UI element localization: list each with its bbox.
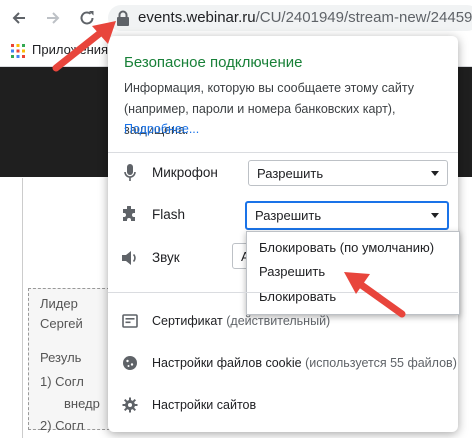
- cookie-settings-label: Настройки файлов cookie: [152, 356, 302, 370]
- flash-select-value: Разрешить: [255, 208, 322, 223]
- chevron-down-icon: [431, 171, 439, 176]
- microphone-select-value: Разрешить: [257, 166, 324, 181]
- option-block-default[interactable]: Блокировать (по умолчанию): [259, 240, 434, 255]
- annotation-arrow-icon: [344, 272, 406, 318]
- url-path: /CU/2401949/stream-new/2445999: [255, 9, 472, 26]
- page-text: внедр: [64, 396, 100, 411]
- certificate-item[interactable]: Сертификат (действительный): [152, 314, 330, 328]
- connection-status-title: Безопасное подключение: [124, 54, 303, 71]
- cookie-settings-item[interactable]: Настройки файлов cookie (используется 55…: [152, 356, 457, 370]
- apps-grid-icon[interactable]: [11, 44, 25, 58]
- page-text: 2) Согл: [40, 418, 84, 433]
- back-button[interactable]: [8, 7, 30, 29]
- gear-icon: [120, 395, 140, 415]
- cookie-count: (используется 55 файлов): [305, 356, 457, 370]
- speaker-icon: [120, 248, 140, 268]
- cookie-icon: [120, 353, 140, 373]
- certificate-icon: [120, 311, 140, 331]
- option-allow[interactable]: Разрешить: [259, 264, 325, 279]
- annotation-arrow-icon: [52, 21, 116, 72]
- sound-label: Звук: [152, 250, 180, 265]
- page-text: Резуль: [40, 350, 82, 365]
- divider: [108, 152, 458, 153]
- certificate-label: Сертификат: [152, 314, 223, 328]
- more-details-link[interactable]: Подробнее...: [124, 122, 199, 136]
- page-left-strip: [0, 178, 23, 438]
- page-text: Лидер: [40, 296, 78, 311]
- microphone-icon: [120, 163, 140, 183]
- flash-label: Flash: [152, 207, 186, 222]
- certificate-status: (действительный): [226, 314, 331, 328]
- flash-select[interactable]: Разрешить: [245, 201, 449, 230]
- chevron-down-icon: [431, 213, 439, 218]
- puzzle-icon: [120, 205, 140, 225]
- page-text: Сергей: [40, 316, 83, 331]
- back-arrow-icon: [12, 12, 25, 24]
- url-text[interactable]: events.webinar.ru/CU/2401949/stream-new/…: [138, 9, 472, 26]
- microphone-label: Микрофон: [152, 165, 218, 180]
- site-settings-item[interactable]: Настройки сайтов: [152, 398, 256, 412]
- page-text: 1) Согл: [40, 374, 84, 389]
- microphone-select[interactable]: Разрешить: [248, 160, 448, 186]
- url-host: events.webinar.ru: [138, 9, 256, 26]
